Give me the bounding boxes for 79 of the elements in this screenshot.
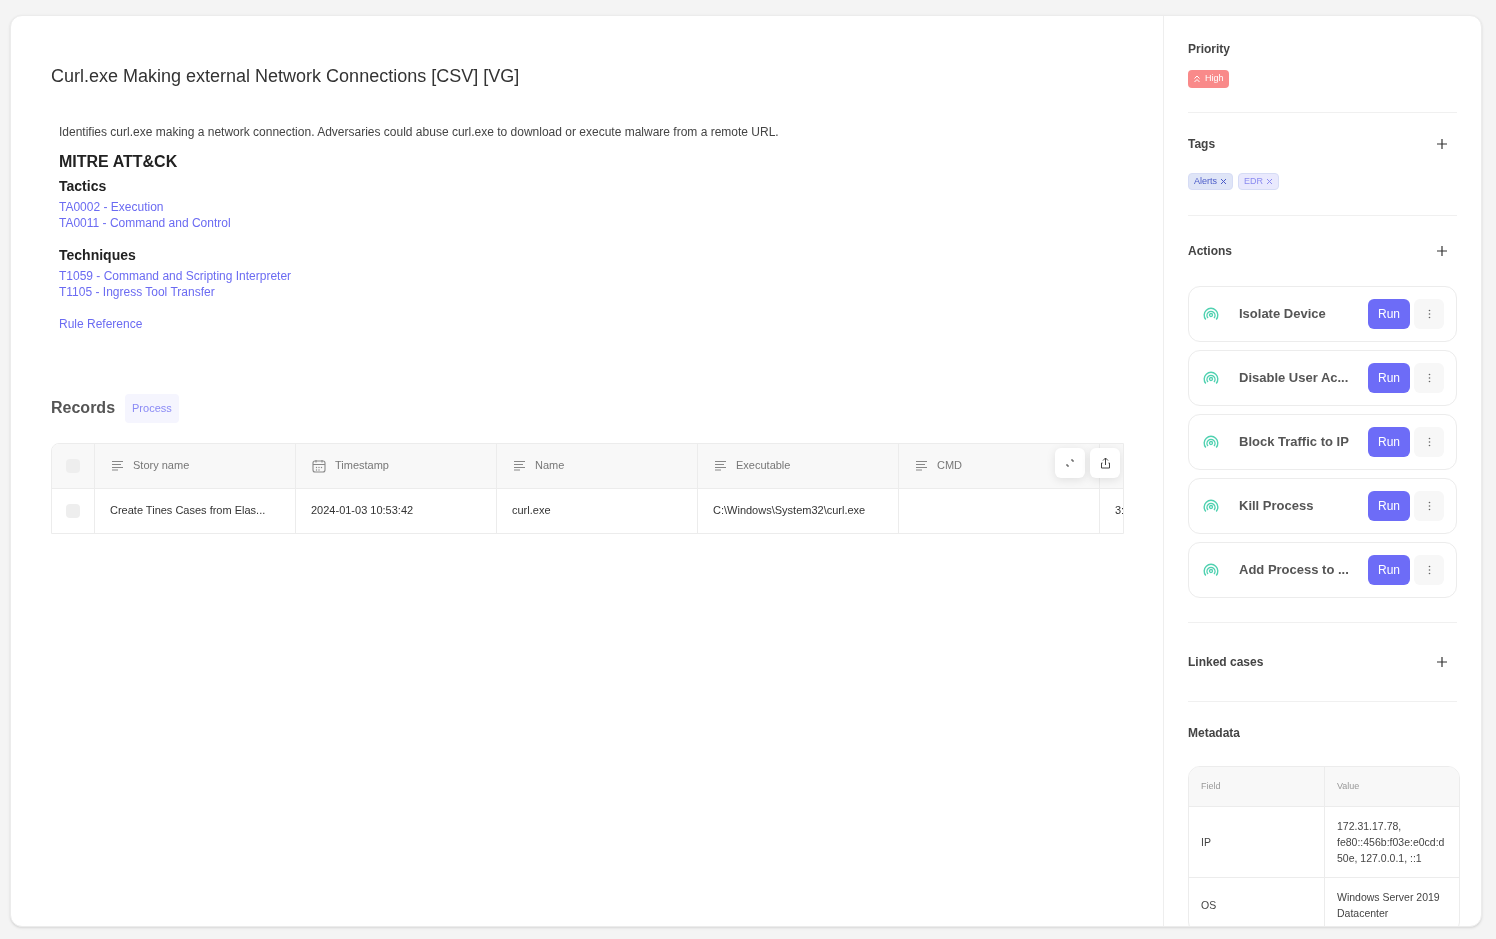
lines-icon (915, 460, 928, 471)
more-icon (1427, 437, 1431, 447)
more-icon (1427, 373, 1431, 383)
run-button[interactable]: Run (1368, 427, 1410, 457)
add-button[interactable] (1435, 137, 1449, 151)
add-button[interactable] (1435, 244, 1449, 258)
priority-label: High (1205, 72, 1224, 86)
calendar-icon (312, 458, 326, 473)
run-button[interactable]: Run (1368, 363, 1410, 393)
share-icon (1099, 456, 1111, 469)
more-button[interactable] (1414, 299, 1444, 329)
table-cell-text: 2024-01-03 10:53:42 (311, 503, 414, 519)
run-button[interactable]: Run (1368, 299, 1410, 329)
table-cell-text: Create Tines Cases from Elas... (110, 503, 266, 519)
page-title: Curl.exe Making external Network Connections [CSV] [VG] (51, 65, 521, 88)
lines-icon (111, 460, 124, 471)
broadcast-icon (1203, 371, 1219, 385)
action-name: Block Traffic to IP (1239, 433, 1350, 452)
column-header[interactable]: Timestamp (335, 457, 389, 474)
column-header[interactable]: CMD (937, 457, 963, 474)
section-heading: Records (51, 398, 116, 419)
add-button[interactable] (1435, 655, 1449, 669)
technique-link[interactable]: T1059 - Command and Scripting Interpreter (59, 268, 292, 284)
technique-link[interactable]: T1105 - Ingress Tool Transfer (59, 284, 215, 300)
more-button[interactable] (1414, 555, 1444, 585)
broadcast-icon (1203, 307, 1219, 321)
section-heading: Actions (1188, 243, 1232, 260)
broadcast-icon (1203, 435, 1219, 449)
table-cell-text: curl.exe (512, 503, 551, 519)
more-button[interactable] (1414, 363, 1444, 393)
column-header[interactable]: Story name (133, 457, 190, 474)
run-button[interactable]: Run (1368, 491, 1410, 521)
remove-icon[interactable] (1220, 178, 1227, 185)
tag-chip[interactable]: Alerts (1188, 173, 1233, 190)
section-heading: MITRE ATT&CK (59, 152, 179, 172)
broadcast-icon (1203, 499, 1219, 513)
expand-button[interactable] (1055, 447, 1085, 478)
section-heading: Tags (1188, 136, 1216, 153)
description: Identifies curl.exe making a network connection. Adversaries could abuse curl.exe to download or execute malware from a remote URL. (59, 124, 780, 140)
table-cell-text: OS (1201, 898, 1217, 913)
subheading: Tactics (59, 177, 108, 196)
more-icon (1427, 309, 1431, 319)
more-button[interactable] (1414, 427, 1444, 457)
expand-icon (1066, 458, 1074, 467)
plus-icon (1435, 137, 1449, 151)
action-name: Isolate Device (1239, 305, 1327, 324)
action-name: Kill Process (1239, 497, 1315, 516)
more-button[interactable] (1414, 491, 1444, 521)
action-name: Add Process to ... (1239, 561, 1350, 580)
tactic-link[interactable]: TA0011 - Command and Control (59, 215, 231, 231)
tactic-link[interactable]: TA0002 - Execution (59, 199, 164, 215)
table-cell-text: IP (1201, 835, 1211, 850)
lines-icon (714, 460, 727, 471)
record-type-badge: Process (125, 394, 179, 423)
table-cell-text: C:\Windows\System32\curl.exe (713, 503, 866, 519)
more-icon (1427, 501, 1431, 511)
table-cell-text: 3: (1115, 503, 1123, 519)
table-cell-text: Windows Server 2019 Datacenter (1337, 890, 1441, 921)
reference-link[interactable]: Rule Reference (59, 316, 143, 332)
chevrons-up-icon (1193, 75, 1201, 83)
column-header[interactable]: Name (535, 457, 565, 474)
lines-icon (513, 460, 526, 471)
export-button[interactable] (1090, 447, 1120, 478)
column-header[interactable]: Executable (736, 457, 791, 474)
broadcast-icon (1203, 563, 1219, 577)
plus-icon (1435, 655, 1449, 669)
section-heading: Linked cases (1188, 654, 1264, 671)
action-name: Disable User Ac... (1239, 369, 1350, 388)
tag-chip[interactable]: EDR (1238, 173, 1280, 190)
subheading: Techniques (59, 246, 137, 265)
more-icon (1427, 565, 1431, 575)
plus-icon (1435, 244, 1449, 258)
remove-icon[interactable] (1266, 178, 1274, 185)
column-header: Field (1201, 779, 1221, 793)
section-heading: Metadata (1188, 725, 1240, 742)
run-button[interactable]: Run (1368, 555, 1410, 585)
column-header: Value (1337, 779, 1360, 793)
section-heading: Priority (1188, 41, 1230, 58)
table-cell-text: 172.31.17.78, fe80::456b:f03e:e0cd:d50e, 127.0.0.1, ::1 (1337, 819, 1446, 866)
